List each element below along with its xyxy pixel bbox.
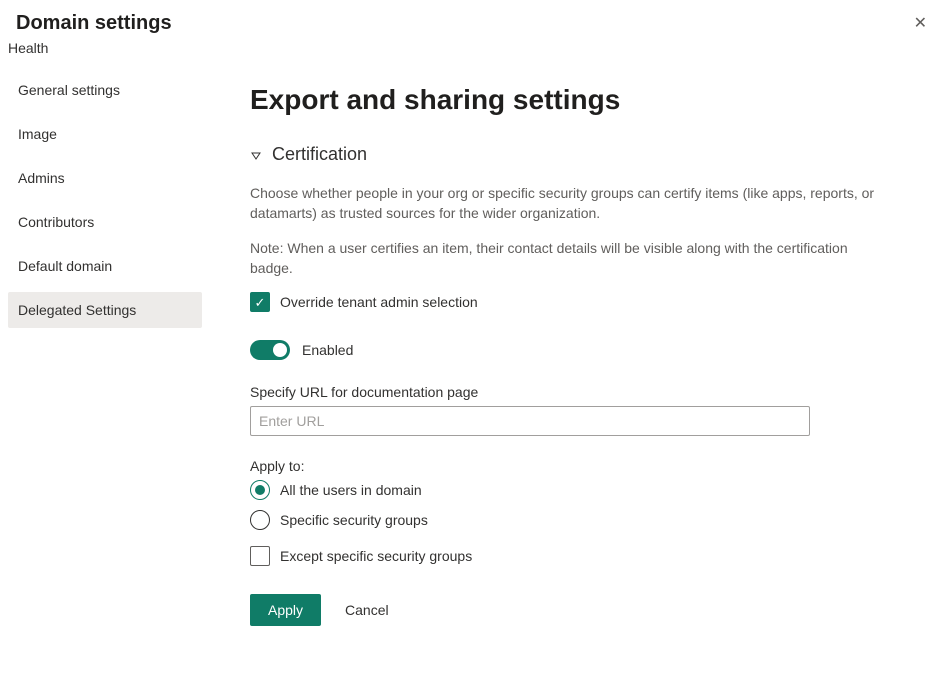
radio-label-all-users: All the users in domain xyxy=(280,482,422,498)
radio-all-users[interactable]: All the users in domain xyxy=(250,480,887,500)
cancel-button[interactable]: Cancel xyxy=(345,602,389,618)
section-description-2: Note: When a user certifies an item, the… xyxy=(250,238,887,279)
panel-title: Domain settings xyxy=(16,12,172,35)
toggle-knob xyxy=(273,343,287,357)
sidebar-item-delegated-settings[interactable]: Delegated Settings xyxy=(8,292,202,328)
main-content: Export and sharing settings Certificatio… xyxy=(210,64,947,646)
radio-label-specific-groups: Specific security groups xyxy=(280,512,428,528)
radio-specific-groups[interactable]: Specific security groups xyxy=(250,510,887,530)
checkmark-icon: ✓ xyxy=(255,296,266,309)
sidebar: General settings Image Admins Contributo… xyxy=(0,64,210,646)
url-input[interactable] xyxy=(250,406,810,436)
url-field-label: Specify URL for documentation page xyxy=(250,384,887,400)
enabled-toggle[interactable] xyxy=(250,340,290,360)
close-button[interactable]: ✕ xyxy=(910,12,931,36)
chevron-down-icon xyxy=(250,149,262,161)
close-icon: ✕ xyxy=(914,15,927,32)
section-title: Certification xyxy=(272,144,367,165)
apply-to-label: Apply to: xyxy=(250,458,887,474)
override-label: Override tenant admin selection xyxy=(280,294,478,310)
section-description-1: Choose whether people in your org or spe… xyxy=(250,183,887,224)
sidebar-item-default-domain[interactable]: Default domain xyxy=(8,248,202,284)
sidebar-item-general-settings[interactable]: General settings xyxy=(8,72,202,108)
sidebar-item-admins[interactable]: Admins xyxy=(8,160,202,196)
enabled-label: Enabled xyxy=(302,342,353,358)
radio-dot-icon xyxy=(255,485,265,495)
override-checkbox[interactable]: ✓ xyxy=(250,292,270,312)
radio-button-all-users xyxy=(250,480,270,500)
radio-button-specific-groups xyxy=(250,510,270,530)
sidebar-item-contributors[interactable]: Contributors xyxy=(8,204,202,240)
breadcrumb: Health xyxy=(0,40,947,64)
section-header-certification[interactable]: Certification xyxy=(250,144,887,165)
sidebar-item-image[interactable]: Image xyxy=(8,116,202,152)
page-heading: Export and sharing settings xyxy=(250,84,887,116)
except-checkbox[interactable] xyxy=(250,546,270,566)
apply-button[interactable]: Apply xyxy=(250,594,321,626)
except-label: Except specific security groups xyxy=(280,548,472,564)
